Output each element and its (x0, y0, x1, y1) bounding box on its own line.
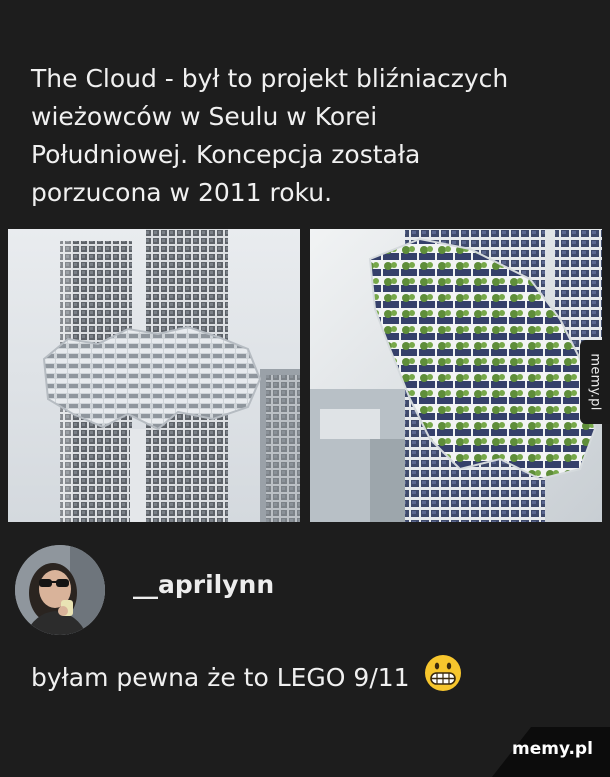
avatar[interactable] (15, 545, 105, 635)
memy-watermark-side: memy.pl (580, 340, 610, 424)
memy-watermark-footer: memy.pl (512, 739, 593, 759)
memy-watermark-side-text: memy.pl (587, 353, 603, 411)
comment-text: byłam pewna że to LEGO 9/11 (31, 663, 410, 692)
cloud-towers-photo-left (8, 229, 300, 522)
post-caption: The Cloud - był to projekt bliźniaczych … (31, 64, 509, 207)
comment-body: byłam pewna że to LEGO 9/11 (31, 655, 462, 698)
comment-username[interactable]: __aprilynn (133, 570, 274, 599)
grimacing-face-emoji-icon (424, 654, 462, 698)
cloud-towers-photo-right (310, 229, 602, 522)
